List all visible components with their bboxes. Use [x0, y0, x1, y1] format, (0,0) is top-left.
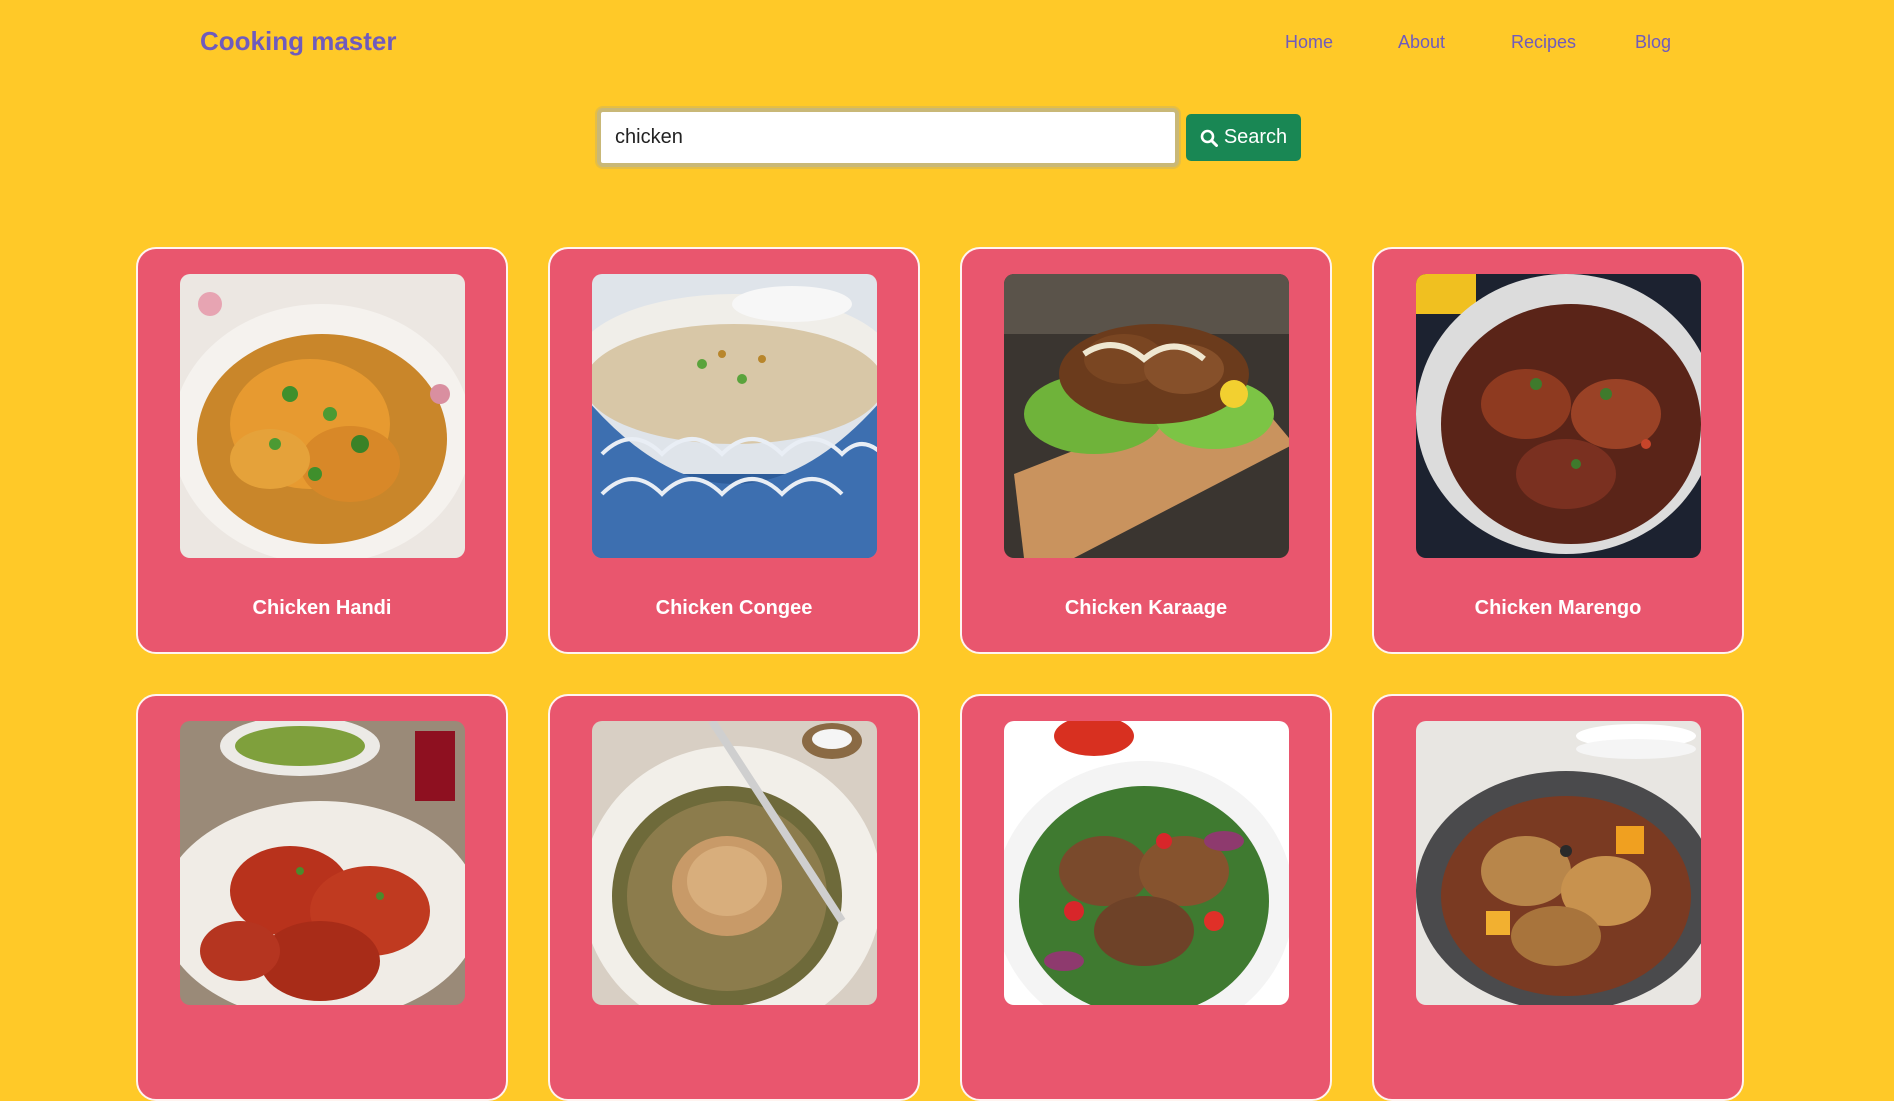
recipe-title: Chicken Congee — [655, 597, 813, 619]
nav-link-blog[interactable]: Blog — [1635, 32, 1671, 53]
recipe-card[interactable] — [548, 694, 920, 1101]
nav-link-recipes[interactable]: Recipes — [1511, 32, 1576, 53]
search-bar: Search — [597, 108, 1301, 167]
recipe-card[interactable] — [136, 694, 508, 1101]
recipe-title: Chicken Karaage — [1064, 597, 1228, 619]
nav-link-home[interactable]: Home — [1285, 32, 1333, 53]
recipe-card[interactable]: Chicken Handi — [136, 247, 508, 654]
search-input[interactable] — [597, 108, 1179, 167]
recipe-grid: Chicken Handi Chicken Congee Chicken Kar… — [136, 247, 1746, 1101]
recipe-image — [180, 721, 465, 1005]
recipe-card[interactable]: Chicken Karaage — [960, 247, 1332, 654]
recipe-image — [592, 274, 877, 558]
search-button-label: Search — [1223, 126, 1288, 148]
recipe-image — [1416, 721, 1701, 1005]
nav-link-about[interactable]: About — [1398, 32, 1445, 53]
recipe-image — [1004, 274, 1289, 558]
search-icon — [1200, 129, 1218, 147]
brand-logo[interactable]: Cooking master — [200, 26, 397, 57]
recipe-card[interactable]: Chicken Congee — [548, 247, 920, 654]
recipe-card[interactable] — [1372, 694, 1744, 1101]
recipe-card[interactable] — [960, 694, 1332, 1101]
search-button[interactable]: Search — [1186, 114, 1301, 161]
navbar: Cooking master Home About Recipes Blog — [0, 0, 1894, 86]
recipe-title: Chicken Handi — [252, 597, 392, 619]
recipe-image — [1416, 274, 1701, 558]
recipe-card[interactable]: Chicken Marengo — [1372, 247, 1744, 654]
recipe-image — [1004, 721, 1289, 1005]
recipe-image — [180, 274, 465, 558]
recipe-title: Chicken Marengo — [1474, 597, 1642, 619]
recipe-image — [592, 721, 877, 1005]
